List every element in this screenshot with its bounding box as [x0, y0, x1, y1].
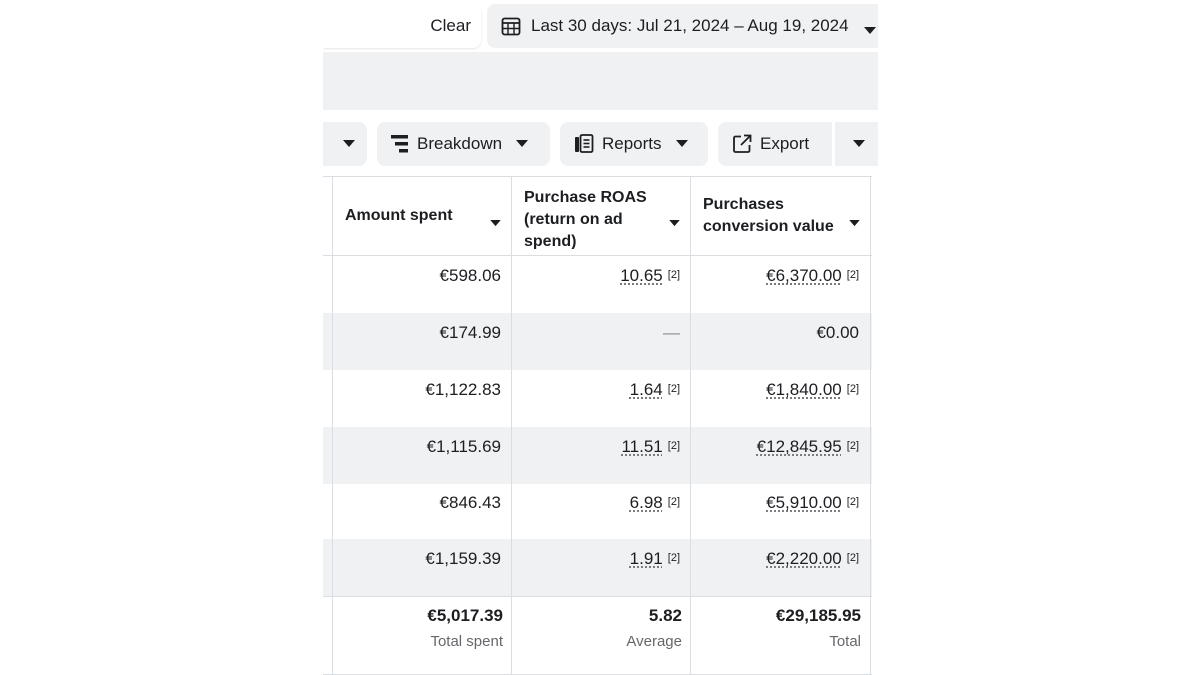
column-divider — [870, 177, 871, 674]
breakdown-button[interactable]: Breakdown — [377, 122, 550, 166]
footnote-marker[interactable]: [2] — [668, 383, 680, 395]
roas-cell[interactable]: 11.51 — [621, 437, 662, 456]
column-header-purchases-conversion-value[interactable]: Purchases conversion value — [690, 177, 870, 255]
results-table: €598.06 10.65 [2] €6,370.00 [2] €174.99 — … — [323, 176, 872, 675]
footnote-marker[interactable]: [2] — [847, 552, 859, 564]
total-spent-value: €5,017.39 — [427, 606, 503, 625]
total-spent: €5,017.39 Total spent — [427, 606, 503, 650]
footnote-marker[interactable]: [2] — [847, 383, 859, 395]
date-range-button[interactable]: Last 30 days: Jul 21, 2024 – Aug 19, 202… — [487, 4, 878, 48]
chevron-down-icon — [675, 140, 688, 148]
footnote-marker[interactable]: [2] — [668, 269, 680, 281]
column-divider — [511, 177, 512, 674]
conversion-value-cell[interactable]: €6,370.00 — [766, 266, 842, 285]
date-range-label: Last 30 days: Jul 21, 2024 – Aug 19, 202… — [531, 16, 849, 35]
sort-dropdown-icon[interactable] — [849, 212, 860, 234]
average-roas-label: Average — [626, 633, 682, 650]
roas-cell[interactable]: 1.64 — [630, 380, 663, 399]
footnote-marker[interactable]: [2] — [668, 440, 680, 452]
breakdown-icon — [391, 134, 409, 154]
roas-cell: — — [663, 323, 680, 342]
footnote-marker[interactable]: [2] — [668, 552, 680, 564]
chevron-down-icon — [343, 140, 355, 148]
column-header-label: Purchases conversion value — [703, 196, 834, 235]
conversion-value-cell[interactable]: €1,840.00 — [766, 380, 842, 399]
column-header-label: Purchase ROAS (return on ad spend) — [524, 189, 647, 249]
export-button[interactable]: Export — [718, 122, 832, 166]
column-divider — [690, 177, 691, 674]
average-roas: 5.82 Average — [626, 606, 682, 650]
calendar-icon — [501, 16, 521, 36]
reports-label: Reports — [602, 134, 662, 153]
amount-spent-cell: €846.43 — [439, 493, 501, 512]
footnote-marker[interactable]: [2] — [847, 496, 859, 508]
clear-button[interactable]: Clear — [430, 16, 471, 36]
filter-area — [323, 52, 878, 110]
conversion-value-cell[interactable]: €2,220.00 — [766, 549, 842, 568]
footnote-marker[interactable]: [2] — [847, 269, 859, 281]
column-divider — [332, 177, 333, 674]
table-row[interactable]: €1,122.83 1.64 [2] €1,840.00 [2] — [323, 370, 872, 427]
amount-spent-cell: €1,159.39 — [425, 549, 501, 568]
total-conversion-value-label: Total — [829, 633, 861, 650]
roas-cell[interactable]: 10.65 — [620, 266, 663, 285]
average-roas-value: 5.82 — [648, 606, 682, 625]
footnote-marker[interactable]: [2] — [668, 496, 680, 508]
column-header-amount-spent[interactable]: Amount spent — [332, 177, 511, 255]
sort-dropdown-icon[interactable] — [490, 212, 501, 234]
conversion-value-cell: €0.00 — [816, 323, 859, 342]
reports-icon — [574, 134, 594, 154]
export-label: Export — [760, 134, 810, 153]
column-header-purchase-roas[interactable]: Purchase ROAS (return on ad spend) — [511, 177, 690, 255]
amount-spent-cell: €1,122.83 — [425, 380, 501, 399]
view-dropdown-button[interactable] — [323, 122, 367, 166]
amount-spent-cell: €598.06 — [439, 266, 501, 285]
table-header: Amount spent Purchase ROAS (return on ad… — [323, 177, 872, 256]
chevron-down-icon — [853, 140, 865, 148]
table-row[interactable]: €598.06 10.65 [2] €6,370.00 [2] — [323, 256, 872, 313]
roas-cell[interactable]: 6.98 — [630, 493, 663, 512]
search-filter-box[interactable]: Clear — [323, 4, 481, 48]
reports-button[interactable]: Reports — [560, 122, 708, 166]
export-icon — [732, 134, 752, 154]
sort-dropdown-icon[interactable] — [669, 212, 680, 234]
footnote-marker[interactable]: [2] — [847, 440, 859, 452]
ads-reporting-panel: Clear Last 30 days: Jul 21, 2024 – Aug 1… — [323, 0, 878, 675]
export-options-button[interactable] — [835, 122, 878, 166]
total-conversion-value: €29,185.95 Total — [776, 606, 861, 650]
total-spent-label: Total spent — [430, 633, 503, 650]
amount-spent-cell: €1,115.69 — [426, 437, 501, 456]
table-row[interactable]: €1,115.69 11.51 [2] €12,845.95 [2] — [323, 427, 872, 484]
column-header-label: Amount spent — [345, 207, 453, 224]
table-row[interactable]: €1,159.39 1.91 [2] €2,220.00 [2] — [323, 539, 872, 596]
table-row[interactable]: €174.99 — €0.00 — [323, 313, 872, 370]
conversion-value-cell[interactable]: €5,910.00 — [766, 493, 842, 512]
conversion-value-cell[interactable]: €12,845.95 — [757, 437, 842, 456]
table-row[interactable]: €846.43 6.98 [2] €5,910.00 [2] — [323, 483, 872, 540]
chevron-down-icon — [516, 140, 529, 148]
totals-row: €5,017.39 Total spent 5.82 Average €29,1… — [323, 596, 872, 675]
chevron-down-icon — [864, 22, 876, 40]
total-conversion-value-amount: €29,185.95 — [775, 606, 861, 625]
roas-cell[interactable]: 1.91 — [630, 549, 663, 568]
breakdown-label: Breakdown — [417, 134, 503, 153]
amount-spent-cell: €174.99 — [439, 323, 501, 342]
